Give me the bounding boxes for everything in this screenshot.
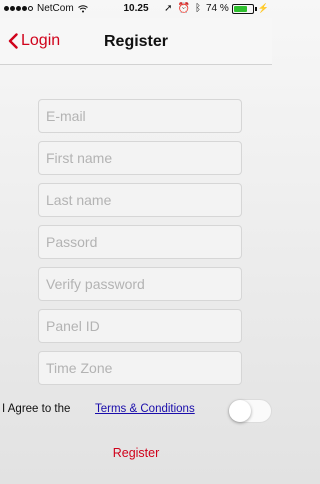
terms-prefix-label: I Agree to the (2, 403, 71, 415)
terms-row: I Agree to the Terms & Conditions (0, 399, 272, 423)
time-zone-field[interactable] (38, 351, 242, 385)
alarm-icon: ⏰ (177, 3, 190, 14)
panel-id-field[interactable] (38, 309, 242, 343)
terms-and-conditions-link[interactable]: Terms & Conditions (95, 403, 195, 415)
verify-password-field[interactable] (38, 267, 242, 301)
status-right: ➚ ⏰ ᛒ 74 % ⚡ (164, 3, 269, 14)
status-bar: NetCom 10.25 ➚ ⏰ ᛒ 74 % ⚡ (0, 0, 272, 18)
chevron-left-icon (8, 33, 18, 49)
password-field[interactable] (38, 225, 242, 259)
email-field[interactable] (38, 99, 242, 133)
last-name-field[interactable] (38, 183, 242, 217)
back-to-login-button[interactable]: Login (8, 32, 60, 50)
register-button[interactable]: Register (0, 446, 272, 460)
charging-bolt-icon: ⚡ (257, 3, 269, 13)
toggle-knob (229, 400, 251, 422)
navigation-bar: Login Register (0, 18, 272, 65)
location-arrow-icon: ➚ (164, 3, 173, 14)
bluetooth-icon: ᛒ (194, 3, 201, 14)
battery-percentage: 74 % (205, 3, 229, 14)
back-button-label: Login (21, 32, 61, 49)
first-name-field[interactable] (38, 141, 242, 175)
battery-cap (254, 6, 257, 11)
battery-fill (233, 5, 247, 12)
agree-terms-toggle[interactable] (228, 399, 272, 423)
battery-icon (231, 3, 254, 14)
register-form (38, 99, 242, 393)
